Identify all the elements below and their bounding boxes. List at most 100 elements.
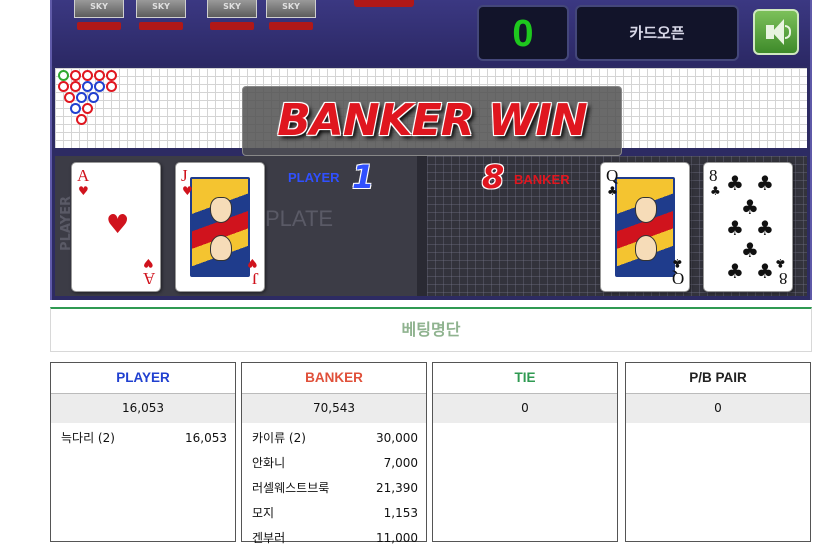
club-icon: ♣ bbox=[756, 171, 774, 195]
bet-column-tie: TIE 0 bbox=[432, 362, 618, 542]
deck-shoe: SKY bbox=[136, 0, 186, 18]
sound-toggle-button[interactable] bbox=[753, 9, 799, 55]
game-table: SKY SKY SKY SKY 0 카드오픈 PLAYER PLATE A ♥ … bbox=[50, 0, 812, 300]
result-text: BANKER WIN bbox=[277, 95, 587, 146]
bead-marker bbox=[82, 70, 93, 81]
card-rank: Q bbox=[671, 269, 684, 288]
bet-row: 러셀웨스트브룩 21,390 bbox=[252, 479, 418, 504]
banker-card-2: 8 ♣ ♣ ♣ ♣ ♣ ♣ ♣ ♣ ♣ ♣ 8 bbox=[703, 162, 793, 292]
bead-marker bbox=[106, 70, 117, 81]
jack-face-art bbox=[190, 177, 250, 277]
column-header: BANKER bbox=[242, 363, 426, 394]
card-rank: Q bbox=[606, 166, 619, 185]
column-header: TIE bbox=[433, 363, 617, 394]
bead-marker bbox=[88, 92, 99, 103]
card-rank: A bbox=[77, 166, 90, 185]
banker-card-1: Q ♣ ♣ Q bbox=[600, 162, 690, 292]
column-header: PLAYER bbox=[51, 363, 235, 394]
club-icon: ♣ bbox=[607, 184, 618, 198]
banker-label: BANKER bbox=[514, 172, 570, 187]
bet-row: 카이류 (2) 30,000 bbox=[252, 429, 418, 454]
card-area: PLAYER PLATE A ♥ ♥ ♥ A J ♥ ♥ J Q ♣ ♣ Q 8… bbox=[55, 156, 807, 296]
deck-stand bbox=[139, 22, 183, 30]
bet-column-pair: P/B PAIR 0 bbox=[625, 362, 811, 542]
deck-shoe: SKY bbox=[74, 0, 124, 18]
betting-list-title: 베팅명단 bbox=[50, 307, 812, 352]
bead-marker bbox=[94, 81, 105, 92]
card-rank: A bbox=[142, 269, 155, 288]
baccarat-page: SKY SKY SKY SKY 0 카드오픈 PLAYER PLATE A ♥ … bbox=[0, 0, 835, 545]
bettor-name: 카이류 (2) bbox=[252, 431, 306, 445]
bettor-name: 겐부러 bbox=[252, 531, 286, 545]
bead-marker bbox=[70, 103, 81, 114]
bettor-name: 모지 bbox=[252, 506, 275, 520]
bead-marker bbox=[70, 70, 81, 81]
bead-marker bbox=[106, 81, 117, 92]
club-icon: ♣ bbox=[756, 216, 774, 240]
heart-icon: ♥ bbox=[182, 184, 193, 198]
bet-row: 모지 1,153 bbox=[252, 504, 418, 529]
bet-amount: 1,153 bbox=[383, 506, 418, 520]
column-total: 0 bbox=[626, 394, 810, 423]
card-rank: J bbox=[181, 166, 188, 185]
player-card-1: A ♥ ♥ ♥ A bbox=[71, 162, 161, 292]
queen-face-art bbox=[615, 177, 675, 277]
club-icon: ♣ bbox=[672, 256, 683, 270]
bettor-name: 안화니 bbox=[252, 456, 286, 470]
card-open-button[interactable]: 카드오픈 bbox=[575, 5, 739, 61]
plate-watermark: PLATE bbox=[265, 206, 334, 231]
bet-amount: 21,390 bbox=[376, 481, 418, 495]
bet-amount: 30,000 bbox=[376, 431, 418, 445]
player-card-2: J ♥ ♥ J bbox=[175, 162, 265, 292]
card-rank: J bbox=[252, 269, 259, 288]
deck-stand bbox=[210, 22, 254, 30]
bet-row: 안화니 7,000 bbox=[252, 454, 418, 479]
bead-marker bbox=[70, 81, 81, 92]
bettor-name: 러셀웨스트브룩 bbox=[252, 481, 330, 495]
result-banner: BANKER WIN bbox=[242, 86, 622, 156]
club-icon: ♣ bbox=[726, 216, 744, 240]
banker-score: 8 bbox=[482, 158, 505, 196]
deck-shoe: SKY bbox=[266, 0, 316, 18]
column-total: 16,053 bbox=[51, 394, 235, 423]
bead-marker bbox=[76, 114, 87, 125]
top-indicator bbox=[354, 0, 414, 7]
heart-icon: ♥ bbox=[78, 184, 89, 198]
bead-marker bbox=[82, 81, 93, 92]
bet-row: 겐부러 11,000 bbox=[252, 529, 418, 554]
bet-row: 늑다리 (2) 16,053 bbox=[61, 429, 227, 454]
column-total: 70,543 bbox=[242, 394, 426, 423]
club-icon: ♣ bbox=[741, 195, 759, 219]
bead-marker bbox=[58, 70, 69, 81]
bead-marker bbox=[82, 103, 93, 114]
bead-marker bbox=[64, 92, 75, 103]
player-score: 1 bbox=[352, 158, 375, 196]
column-header: P/B PAIR bbox=[626, 363, 810, 394]
bead-marker bbox=[76, 92, 87, 103]
bead-marker bbox=[58, 81, 69, 92]
club-icon: ♣ bbox=[726, 259, 744, 283]
heart-icon: ♥ bbox=[247, 256, 258, 270]
score-display: 0 bbox=[477, 5, 569, 61]
club-icon: ♣ bbox=[775, 256, 786, 270]
heart-icon: ♥ bbox=[143, 256, 154, 270]
bet-column-banker: BANKER 70,543 카이류 (2) 30,000 안화니 7,000 러… bbox=[241, 362, 427, 545]
bet-amount: 7,000 bbox=[383, 456, 418, 470]
column-total: 0 bbox=[433, 394, 617, 423]
club-icon: ♣ bbox=[756, 259, 774, 283]
club-icon: ♣ bbox=[741, 238, 759, 262]
club-icon: ♣ bbox=[710, 184, 721, 198]
bettor-name: 늑다리 (2) bbox=[61, 431, 115, 445]
club-icon: ♣ bbox=[726, 171, 744, 195]
card-rank: 8 bbox=[778, 269, 788, 288]
deck-stand bbox=[77, 22, 121, 30]
deck-stand bbox=[269, 22, 313, 30]
bead-marker bbox=[94, 70, 105, 81]
game-header: SKY SKY SKY SKY 0 카드오픈 bbox=[52, 0, 810, 66]
deck-shoe: SKY bbox=[207, 0, 257, 18]
bet-amount: 16,053 bbox=[185, 431, 227, 445]
bet-amount: 11,000 bbox=[376, 531, 418, 545]
heart-icon: ♥ bbox=[106, 210, 130, 240]
player-label: PLAYER bbox=[288, 170, 340, 185]
bet-column-player: PLAYER 16,053 늑다리 (2) 16,053 bbox=[50, 362, 236, 542]
